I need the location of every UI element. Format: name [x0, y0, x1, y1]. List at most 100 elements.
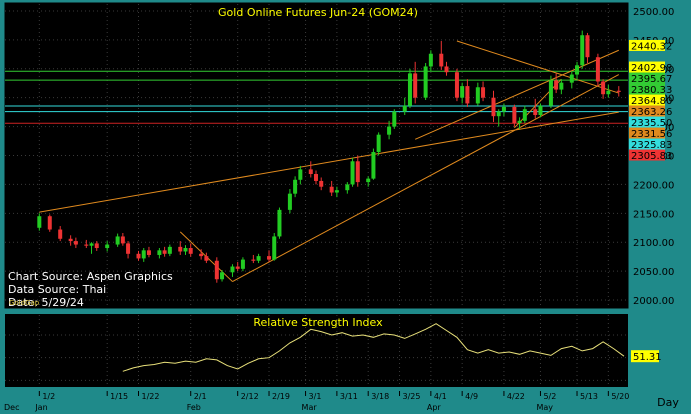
candle-body	[460, 86, 465, 98]
x-axis-label-day: Day	[657, 396, 679, 409]
candle-body	[319, 180, 324, 187]
candle-body	[569, 74, 574, 83]
candle-body	[413, 73, 418, 98]
candle-body	[120, 236, 125, 244]
candle-body	[601, 81, 606, 95]
candle-body	[298, 169, 303, 180]
candle-body	[240, 259, 245, 269]
candle-body	[157, 250, 162, 255]
x-tick-label: 1/15	[110, 392, 128, 401]
rsi-last-value-marker: 51.31	[631, 350, 662, 363]
candle-body	[444, 66, 449, 73]
candle-body	[355, 161, 360, 183]
x-tick-label: 4/22	[507, 392, 525, 401]
candle-body	[94, 243, 99, 249]
x-month-label: Mar	[302, 403, 318, 412]
x-tick-label: 5/20	[611, 392, 629, 401]
x-tick-label: 5/13	[580, 392, 598, 401]
price-level-tag-text: 2363.26	[631, 107, 672, 118]
candle-body	[575, 65, 580, 75]
candle-body	[68, 238, 73, 242]
candle-body	[204, 256, 209, 261]
price-level-tag-text: 2335.50	[631, 118, 672, 129]
price-level-tag-text: 2364.80	[631, 96, 672, 107]
candle-body	[277, 209, 282, 237]
rsi-title: Relative Strength Index	[253, 316, 383, 329]
price-tick-label: 2000.00	[633, 296, 674, 307]
candle-body	[548, 80, 553, 106]
candle-body	[84, 244, 89, 246]
candle-body	[162, 250, 167, 254]
candle-body	[501, 106, 506, 112]
candle-body	[188, 248, 193, 254]
price-level-tag-text: 2325.83	[631, 140, 672, 151]
candle-body	[392, 111, 397, 127]
candle-body	[407, 73, 412, 106]
x-tick-label: 4/9	[465, 392, 478, 401]
note-data-source: Data Source: Thai	[8, 283, 106, 296]
rsi-last-value-text: 51.31	[633, 352, 662, 363]
candle-body	[533, 109, 538, 116]
candle-body	[475, 87, 480, 104]
x-month-label: Jan	[34, 403, 47, 412]
price-level-tag-text: 2402.98	[631, 63, 672, 74]
candle-body	[402, 105, 407, 112]
x-tick-label: 2/19	[272, 392, 290, 401]
candle-body	[220, 272, 225, 280]
x-tick-label: 2/1	[194, 392, 207, 401]
candle-body	[491, 97, 496, 117]
candle-body	[105, 244, 110, 249]
price-tick-label: 2200.00	[633, 180, 674, 191]
x-tick-label: 5/2	[543, 392, 556, 401]
candle-body	[214, 260, 219, 280]
x-tick-label: 1/2	[42, 392, 55, 401]
x-month-label: Apr	[427, 403, 442, 412]
candle-body	[47, 216, 52, 230]
candle-body	[496, 111, 501, 117]
candle-body	[267, 256, 272, 260]
price-level-tag-text: 2305.83	[631, 151, 672, 162]
candle-body	[89, 243, 94, 246]
candle-body	[538, 105, 543, 116]
chart-title: Gold Online Futures Jun-24 (GOM24)	[218, 6, 418, 19]
candle-body	[345, 184, 350, 191]
candle-body	[481, 87, 486, 98]
candle-body	[73, 241, 78, 245]
candle-body	[454, 72, 459, 98]
candle-body	[522, 109, 527, 121]
x-tick-label: 1/22	[142, 392, 160, 401]
candle-body	[580, 35, 585, 66]
candle-body	[230, 266, 235, 273]
x-month-label: May	[536, 403, 553, 412]
candle-body	[350, 161, 355, 185]
candle-body	[178, 246, 183, 252]
price-tick-label: 2100.00	[633, 238, 674, 249]
candle-body	[308, 169, 313, 175]
x-tick-label: 3/1	[309, 392, 322, 401]
candle-body	[314, 174, 318, 181]
candle-body	[146, 250, 151, 255]
candle-body	[559, 82, 564, 90]
candle-body	[58, 229, 63, 239]
price-tick-label: 2050.00	[633, 267, 674, 278]
candle-body	[115, 236, 120, 245]
candle-body	[37, 216, 42, 228]
price-level-tag-text: 2331.56	[631, 129, 672, 140]
candle-body	[199, 253, 204, 257]
x-tick-label: 2/12	[241, 392, 259, 401]
price-level-tag-text: 2440.32	[631, 41, 672, 52]
price-tick-label: 2500.00	[633, 7, 674, 18]
candle-body	[293, 179, 298, 194]
candle-body	[167, 246, 172, 254]
candle-body	[606, 90, 611, 95]
candle-body	[256, 256, 261, 261]
x-month-label: Dec	[4, 403, 19, 412]
candle-body	[136, 253, 141, 259]
candle-body	[423, 66, 428, 98]
candle-body	[428, 53, 433, 67]
candle-body	[465, 86, 470, 104]
candle-body	[126, 243, 131, 254]
candle-body	[329, 186, 334, 193]
candle-body	[334, 190, 339, 193]
candle-body	[183, 248, 188, 252]
